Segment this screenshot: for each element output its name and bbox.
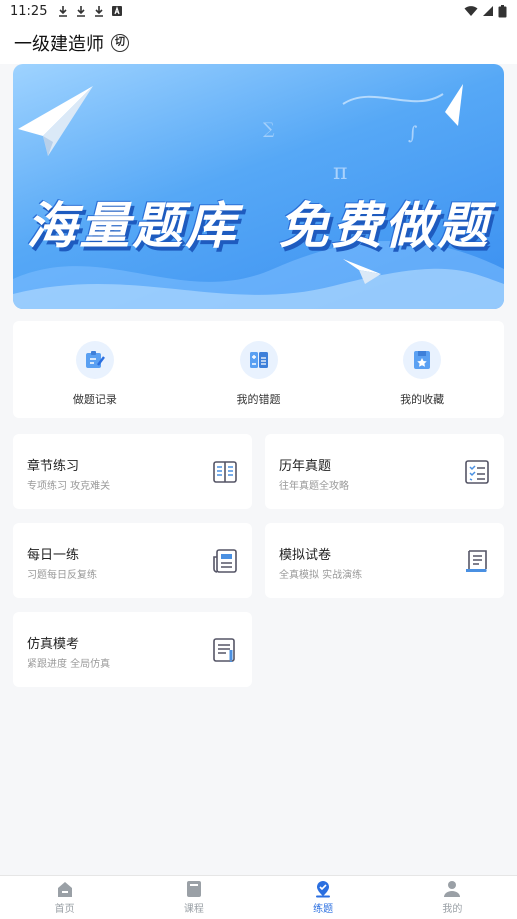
svg-text:π: π [333, 160, 347, 185]
paper-plane-icon [18, 86, 93, 156]
practice-card-daily[interactable]: 每日一练 习题每日反复练 [13, 523, 252, 598]
svg-text:∫: ∫ [408, 123, 418, 144]
quick-action-label: 我的错题 [236, 393, 281, 406]
home-icon [57, 882, 72, 897]
scroll-icon [466, 550, 487, 572]
nav-label: 首页 [54, 904, 75, 915]
app-header: 一级建造师 切 [0, 22, 517, 64]
status-bar: 11:25 [0, 0, 517, 22]
practice-card-subtitle: 往年真题全攻略 [279, 481, 349, 492]
exam-category-title[interactable]: 一级建造师 [14, 30, 104, 56]
course-icon [186, 881, 201, 897]
nav-item-course[interactable]: 课程 [129, 876, 258, 919]
practice-card-mock-paper[interactable]: 模拟试卷 全真模拟 实战演练 [265, 523, 504, 598]
practice-card-title: 历年真题 [279, 459, 332, 474]
nav-item-home[interactable]: 首页 [0, 876, 129, 919]
quick-action-favorites[interactable]: 我的收藏 [340, 321, 504, 418]
practice-card-subtitle: 紧跟进度 全局仿真 [27, 659, 111, 670]
practice-card-simulation-exam[interactable]: 仿真模考 紧跟进度 全局仿真 [13, 612, 252, 687]
nav-label: 练题 [313, 904, 334, 915]
practice-card-title: 章节练习 [27, 459, 80, 474]
wifi-icon [464, 6, 478, 16]
banner-headline-left: 海量题库 [26, 197, 239, 255]
download-icon [77, 6, 86, 17]
switch-category-icon[interactable]: 切 [111, 34, 129, 52]
app-notification-icon [112, 6, 123, 16]
download-icon [95, 6, 104, 17]
download-icon [59, 6, 68, 17]
favorites-icon [403, 341, 442, 379]
nav-label: 我的 [442, 904, 463, 915]
quick-action-label: 我的收藏 [400, 393, 445, 406]
checklist-icon [465, 460, 489, 484]
banner-headline-right: 免费做题 [278, 197, 491, 255]
newspaper-icon [213, 549, 237, 573]
practice-card-chapter[interactable]: 章节练习 专项练习 攻克难关 [13, 434, 252, 509]
quick-action-wrong-questions[interactable]: 我的错题 [177, 321, 341, 418]
status-time: 11:25 [10, 3, 48, 19]
practice-card-past-papers[interactable]: 历年真题 往年真题全攻略 [265, 434, 504, 509]
practice-card-title: 每日一练 [27, 548, 80, 563]
practice-card-subtitle: 全真模拟 实战演练 [279, 570, 363, 581]
profile-icon [444, 881, 461, 897]
quick-actions-card: 做题记录 我的错题 我的收藏 [13, 321, 504, 418]
signal-icon [483, 6, 493, 16]
nav-item-profile[interactable]: 我的 [388, 876, 517, 919]
book-icon [213, 461, 237, 483]
battery-icon [498, 4, 507, 17]
wrong-questions-icon [239, 341, 278, 379]
exam-sheet-icon [213, 638, 235, 662]
svg-text:∑: ∑ [263, 119, 275, 138]
bottom-nav: 首页 课程 练题 我的 [0, 875, 517, 919]
nav-label: 课程 [183, 904, 204, 915]
quick-action-label: 做题记录 [72, 393, 117, 406]
promo-banner[interactable]: π ∫ ∑ 海量题库 免费做题 [13, 64, 504, 309]
practice-card-title: 模拟试卷 [279, 548, 332, 563]
practice-card-title: 仿真模考 [27, 637, 80, 652]
edit-record-icon [75, 341, 114, 379]
quick-action-practice-record[interactable]: 做题记录 [13, 321, 177, 418]
practice-card-subtitle: 专项练习 攻克难关 [27, 481, 111, 492]
practice-icon [316, 881, 331, 898]
practice-card-subtitle: 习题每日反复练 [27, 570, 97, 581]
nav-item-practice[interactable]: 练题 [259, 876, 388, 919]
